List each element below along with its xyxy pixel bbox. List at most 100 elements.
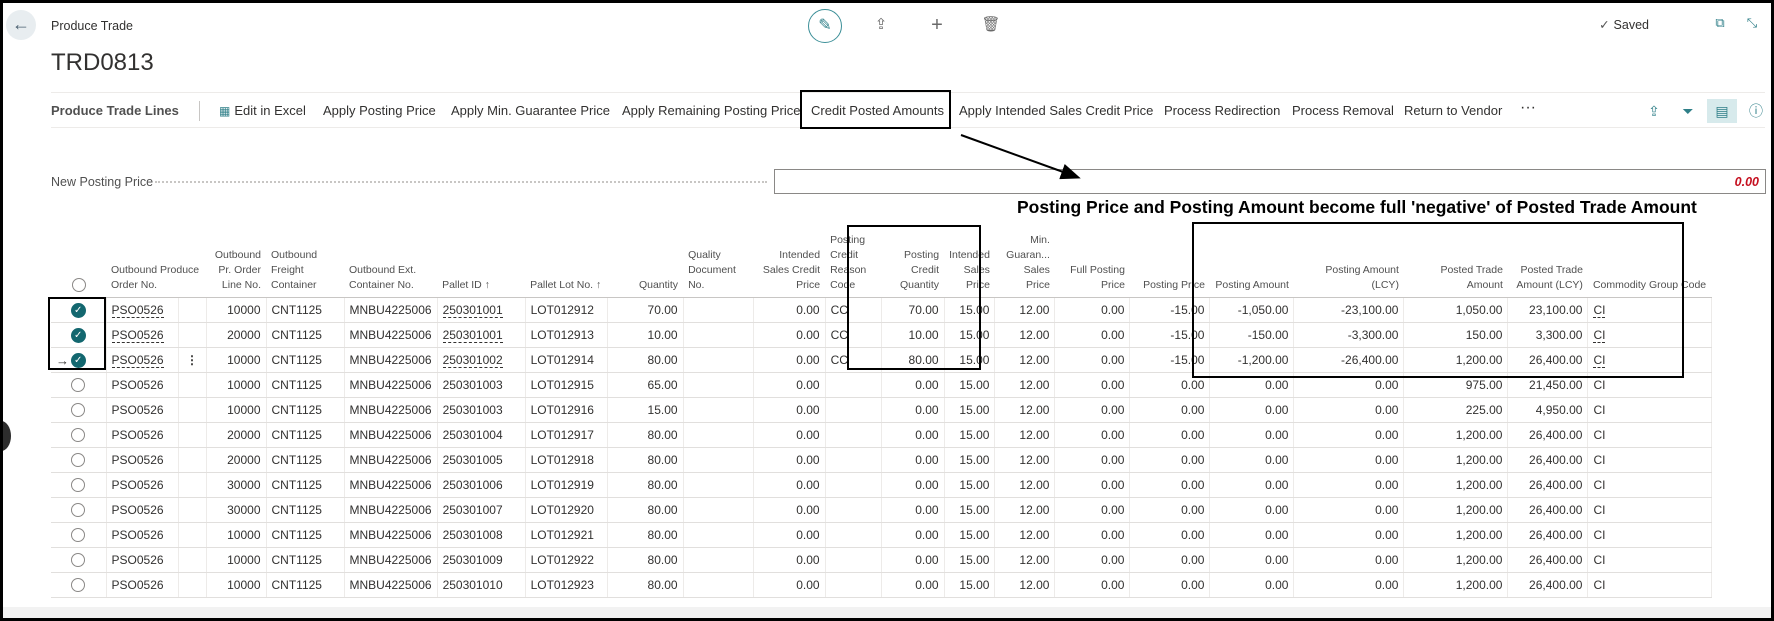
cell-ext[interactable]: MNBU4225006 [344, 297, 438, 323]
cell-ext[interactable]: MNBU4225006 [344, 322, 438, 348]
cell-order[interactable]: PSO0526 [106, 347, 179, 373]
cell-pallet[interactable]: 250301009 [437, 547, 526, 573]
col-quantity[interactable]: Quantity [607, 233, 684, 298]
cell-pta[interactable]: 1,200.00 [1403, 522, 1509, 548]
cell-ptalcy[interactable]: 26,400.00 [1507, 422, 1589, 448]
cell-order[interactable]: PSO0526 [106, 572, 179, 598]
side-handle[interactable] [3, 421, 11, 451]
cell-ptalcy[interactable]: 26,400.00 [1507, 472, 1589, 498]
row-menu-kebab-icon[interactable] [178, 472, 207, 498]
radio-circle-icon[interactable] [71, 503, 86, 518]
cell-pta[interactable]: 1,200.00 [1403, 422, 1509, 448]
cell-pallet[interactable]: 250301007 [437, 497, 526, 523]
new-posting-price-input[interactable]: 0.00 [774, 169, 1766, 194]
cell-pta[interactable]: 1,200.00 [1403, 547, 1509, 573]
apply-min-guarantee-price-button[interactable]: Apply Min. Guarantee Price [451, 103, 610, 118]
return-to-vendor-button[interactable]: Return to Vendor [1404, 103, 1502, 118]
cell-pallet[interactable]: 250301001 [437, 322, 526, 348]
cell-ptalcy[interactable]: 26,400.00 [1507, 572, 1589, 598]
cell-pallet[interactable]: 250301010 [437, 572, 526, 598]
table-row[interactable]: PSO0526 10000 CNT1125 MNBU4225006 250301010 L… [51, 572, 1712, 598]
row-select[interactable] [51, 372, 107, 398]
table-row[interactable]: PSO0526 10000 CNT1125 MNBU4225006 250301008 L… [51, 522, 1712, 548]
col-quality-document-no[interactable]: Quality Document No. [683, 233, 754, 298]
radio-circle-icon[interactable] [71, 578, 86, 593]
cell-order[interactable]: PSO0526 [106, 422, 179, 448]
row-select[interactable] [51, 522, 107, 548]
new-plus-icon[interactable]: + [926, 15, 948, 37]
filter-icon[interactable]: ⏷ [1673, 99, 1703, 123]
col-pallet-lot-no[interactable]: Pallet Lot No. ↑ [525, 233, 608, 298]
cell-pta[interactable]: 1,200.00 [1403, 447, 1509, 473]
cell-pallet[interactable]: 250301001 [437, 297, 526, 323]
table-row[interactable]: PSO0526 30000 CNT1125 MNBU4225006 250301007 L… [51, 497, 1712, 523]
row-menu-kebab-icon[interactable] [178, 372, 207, 398]
info-icon[interactable]: ⓘ [1741, 99, 1771, 123]
row-select[interactable] [51, 397, 107, 423]
col-outbound-pr-order-line-no[interactable]: Outbound Pr. Order Line No. [206, 233, 266, 298]
back-arrow-icon[interactable]: ← [6, 10, 36, 40]
cell-order[interactable]: PSO0526 [106, 447, 179, 473]
cell-pallet[interactable]: 250301008 [437, 522, 526, 548]
process-removal-button[interactable]: Process Removal [1292, 103, 1394, 118]
table-row[interactable]: PSO0526 20000 CNT1125 MNBU4225006 250301005 L… [51, 447, 1712, 473]
cell-order[interactable]: PSO0526 [106, 372, 179, 398]
cell-ptalcy[interactable]: 26,400.00 [1507, 447, 1589, 473]
row-menu-kebab-icon[interactable]: ⋮ [178, 347, 207, 373]
cell-ext[interactable]: MNBU4225006 [344, 472, 438, 498]
cell-order[interactable]: PSO0526 [106, 497, 179, 523]
row-menu-kebab-icon[interactable] [178, 422, 207, 448]
table-row[interactable]: PSO0526 10000 CNT1125 MNBU4225006 250301003 L… [51, 397, 1712, 423]
cell-ext[interactable]: MNBU4225006 [344, 422, 438, 448]
row-select[interactable] [51, 572, 107, 598]
row-menu-kebab-icon[interactable] [178, 497, 207, 523]
table-row[interactable]: PSO0526 10000 CNT1125 MNBU4225006 250301009 L… [51, 547, 1712, 573]
table-row[interactable]: PSO0526 20000 CNT1125 MNBU4225006 250301004 L… [51, 422, 1712, 448]
cell-order[interactable]: PSO0526 [106, 522, 179, 548]
cell-ptalcy[interactable]: 26,400.00 [1507, 522, 1589, 548]
cell-ext[interactable]: MNBU4225006 [344, 497, 438, 523]
row-menu-kebab-icon[interactable] [178, 297, 207, 323]
cell-ptalcy[interactable]: 4,950.00 [1507, 397, 1589, 423]
col-intended-sales-credit-price[interactable]: Intended Sales Credit Price [753, 233, 826, 298]
more-actions-button[interactable]: ··· [1520, 99, 1536, 117]
col-outbound-freight-container[interactable]: Outbound Freight Container [266, 233, 344, 298]
row-menu-kebab-icon[interactable] [178, 522, 207, 548]
row-select[interactable] [51, 472, 107, 498]
cell-order[interactable]: PSO0526 [106, 472, 179, 498]
cell-order[interactable]: PSO0526 [106, 547, 179, 573]
radio-circle-icon[interactable] [71, 528, 86, 543]
process-redirection-button[interactable]: Process Redirection [1164, 103, 1280, 118]
row-menu-kebab-icon[interactable] [178, 547, 207, 573]
apply-remaining-posting-price-button[interactable]: Apply Remaining Posting Price [622, 103, 800, 118]
row-select[interactable] [51, 497, 107, 523]
cell-ext[interactable]: MNBU4225006 [344, 447, 438, 473]
delete-trash-icon[interactable]: 🗑 [980, 15, 1002, 37]
radio-circle-icon[interactable] [71, 478, 86, 493]
cell-pta[interactable]: 1,200.00 [1403, 497, 1509, 523]
radio-circle-icon[interactable] [71, 553, 86, 568]
radio-circle-icon[interactable] [71, 378, 86, 393]
row-select[interactable] [51, 447, 107, 473]
cell-pallet[interactable]: 250301004 [437, 422, 526, 448]
row-menu-kebab-icon[interactable] [178, 397, 207, 423]
cell-ext[interactable]: MNBU4225006 [344, 572, 438, 598]
list-view-icon[interactable]: ▤ [1707, 99, 1737, 123]
cell-pta[interactable]: 225.00 [1403, 397, 1509, 423]
cell-order[interactable]: PSO0526 [106, 297, 179, 323]
cell-pallet[interactable]: 250301003 [437, 397, 526, 423]
apply-intended-sales-credit-price-button[interactable]: Apply Intended Sales Credit Price [959, 103, 1153, 118]
cell-ptalcy[interactable]: 26,400.00 [1507, 497, 1589, 523]
table-row[interactable]: PSO0526 30000 CNT1125 MNBU4225006 250301006 L… [51, 472, 1712, 498]
open-new-window-icon[interactable]: ⧉ [1711, 14, 1729, 32]
cell-ext[interactable]: MNBU4225006 [344, 547, 438, 573]
row-select[interactable] [51, 547, 107, 573]
apply-posting-price-button[interactable]: Apply Posting Price [323, 103, 436, 118]
radio-circle-icon[interactable] [71, 403, 86, 418]
share-icon[interactable]: ⇪ [870, 15, 892, 37]
cell-ext[interactable]: MNBU4225006 [344, 347, 438, 373]
cell-order[interactable]: PSO0526 [106, 322, 179, 348]
share-icon[interactable]: ⇪ [1639, 99, 1669, 123]
row-select[interactable] [51, 422, 107, 448]
cell-pallet[interactable]: 250301006 [437, 472, 526, 498]
